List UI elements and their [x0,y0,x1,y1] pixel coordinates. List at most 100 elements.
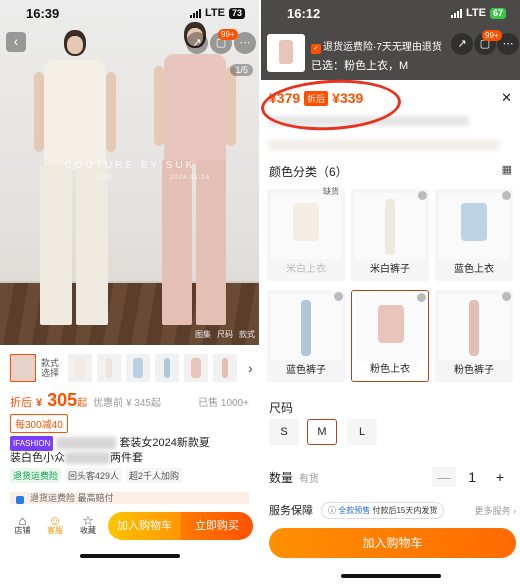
sku-tile-white-pants[interactable]: 米白裤子 [351,189,429,281]
close-icon[interactable]: ✕ [501,90,512,106]
sold-count: 已售 1000+ [198,398,249,409]
style-thumb[interactable] [97,354,121,382]
home-indicator [80,554,180,558]
style-thumb[interactable] [184,354,208,382]
price-before-coupon: 优惠前 ¥ 345起 [93,398,161,409]
tab-gallery[interactable]: 图集 [195,329,211,340]
status-signal: LTE 73 [190,7,245,19]
back-button[interactable]: ‹ [6,32,26,52]
buy-now-button[interactable]: 立即购买 [180,512,253,540]
battery-icon: 67 [489,7,506,19]
badge-return-insurance: 退货运费险 [10,468,62,483]
sku-tile-blue-pants[interactable]: 蓝色裤子 [267,290,345,382]
zoom-icon[interactable] [417,293,426,302]
style-thumb[interactable] [213,354,237,382]
star-icon: ☆ [82,513,94,528]
style-thumb[interactable] [155,354,179,382]
quantity-stepper: — 1 + [432,467,512,487]
shield-icon: ✓ [311,44,321,54]
left-screenshot: COUTURE BY SUK 1005 2024.01.24 1/5 图集 尺码… [0,0,259,586]
shipping-strip: 退货运费险 最高赔付 [10,492,249,504]
after-discount-label: 折后 [10,397,32,409]
sku-label: 米白上衣 [286,264,326,275]
network-type: LTE [466,7,486,19]
right-screenshot: 16:12 LTE 67 ✓ 退货运费险·7天无理由退货 已选：粉色上衣，M ↗ … [261,0,520,586]
color-section-title: 颜色分类（6） [269,165,348,179]
sku-label: 粉色上衣 [370,364,410,375]
share-icon[interactable]: ↗ [186,32,208,54]
quantity-row: 数量 有货 — 1 + [269,467,512,487]
more-services-link[interactable]: 更多服务 › [475,504,517,517]
redacted-text [269,140,499,150]
style-thumbnail-row: 款式选择 › [10,350,253,386]
brand-watermark: COUTURE BY SUK [64,160,196,171]
status-time: 16:12 [287,5,321,21]
style-thumb-selected[interactable] [10,354,36,382]
favorite-button[interactable]: ☆ 收藏 [72,513,105,536]
sku-label: 蓝色上衣 [454,264,494,275]
presale-info-pill[interactable]: ⓘ 全款预售 付款后15天内发货 [321,501,445,519]
return-insurance-text: ✓ 退货运费险·7天无理由退货 [311,38,442,54]
info-icon: ⓘ [328,505,336,515]
size-section-title: 尺码 [269,401,294,415]
price-row: 折后 ¥ 305 起 优惠前 ¥ 345起 已售 1000+ [10,390,249,412]
status-bar: 16:12 LTE 67 [261,0,520,26]
share-icon[interactable]: ↗ [451,33,473,55]
watermark-code: 1005 [95,175,113,181]
sku-tile-white-top[interactable]: 缺货 米白上衣 [267,186,345,281]
sku-tile-pink-top[interactable]: 粉色上衣 [351,290,429,382]
increase-button[interactable]: + [488,467,512,487]
zoom-icon[interactable] [334,292,343,301]
service-label: 服务保障 [269,505,313,517]
battery-icon: 73 [228,7,245,19]
bottom-action-bar: ⌂ 店铺 ☺ 客服 ☆ 收藏 加入购物车 立即购买 [0,504,259,548]
signal-bars-icon [451,8,463,18]
size-option-m[interactable]: M [307,419,337,445]
sku-label: 粉色裤子 [454,365,494,376]
size-option-l[interactable]: L [347,419,377,445]
style-select-label[interactable]: 款式选择 [41,358,63,378]
redacted-text [56,437,117,450]
shop-icon: ⌂ [18,513,27,528]
add-to-cart-button[interactable]: 加入购物车 [108,512,181,540]
sku-label: 蓝色裤子 [286,365,326,376]
shop-button[interactable]: ⌂ 店铺 [6,513,39,536]
home-indicator [341,574,441,578]
style-thumb[interactable] [126,354,150,382]
grid-view-icon[interactable]: ▦ [502,163,512,176]
stock-status: 有货 [299,473,320,485]
status-time: 16:39 [26,5,60,21]
quantity-value[interactable]: 1 [468,469,476,485]
info-icon [16,496,24,504]
zoom-icon[interactable] [502,191,511,200]
watermark-date: 2024.01.24 [170,175,211,181]
tab-style[interactable]: 款式 [239,329,255,340]
size-option-s[interactable]: S [269,419,299,445]
sku-tile-blue-top[interactable]: 蓝色上衣 [435,189,513,281]
promo-tag[interactable]: 每300减40 [10,414,68,433]
image-pager: 1/5 [230,64,253,76]
selected-sku-thumbnail[interactable] [267,34,305,72]
add-to-cart-button[interactable]: 加入购物车 [269,528,516,558]
status-bar: 16:39 LTE 73 [0,0,259,26]
cart-count-badge: 99+ [218,29,238,40]
quantity-label: 数量 [269,470,294,485]
badge-repeat-customers: 回头客429人 [65,468,123,483]
hero-tabs: 图集 尺码 款式 [195,329,255,340]
style-thumb[interactable] [68,354,92,382]
signal-bars-icon [190,8,202,18]
price-value: ¥ 305 [36,390,78,410]
chevron-right-icon[interactable]: › [248,360,253,376]
badge-cart-adds: 超2千人加购 [126,468,183,483]
redacted-text [65,452,110,465]
selected-sku-text: 已选：粉色上衣，M [311,60,409,72]
cart-count-badge: 99+ [482,30,502,41]
zoom-icon[interactable] [502,292,511,301]
decrease-button[interactable]: — [432,467,457,487]
customer-service-button[interactable]: ☺ 客服 [39,514,72,536]
tab-size[interactable]: 尺码 [217,329,233,340]
service-guarantee-row: 服务保障 ⓘ 全款预售 付款后15天内发货 更多服务 › [269,500,516,520]
sku-label: 米白裤子 [370,264,410,275]
zoom-icon[interactable] [418,191,427,200]
sku-tile-pink-pants[interactable]: 粉色裤子 [435,290,513,382]
